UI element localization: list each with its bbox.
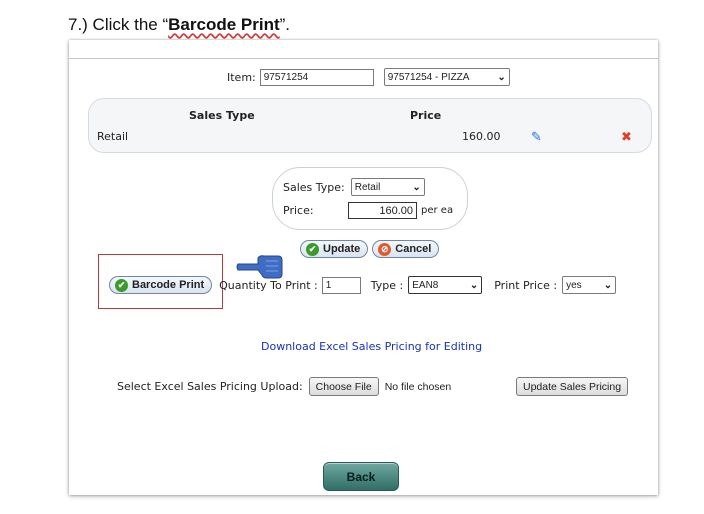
sales-type-dropdown[interactable]: Retail ⌄ xyxy=(350,178,425,196)
table-row: Retail 160.00 ✎ ✖ xyxy=(89,127,651,147)
chevron-down-icon: ⌄ xyxy=(469,279,479,291)
item-input[interactable]: 97571254 xyxy=(259,68,374,86)
upload-row: Select Excel Sales Pricing Upload: Choos… xyxy=(117,377,451,396)
quantity-input[interactable]: 1 xyxy=(321,276,361,294)
price-label: Price: xyxy=(283,204,314,217)
item-label: Item: xyxy=(227,70,256,84)
update-sales-pricing-button[interactable]: Update Sales Pricing xyxy=(516,377,629,396)
cancel-icon: ⊘ xyxy=(378,242,392,256)
check-icon: ✔ xyxy=(115,278,128,292)
barcode-type-value: EAN8 xyxy=(412,279,439,291)
back-button[interactable]: Back xyxy=(323,462,399,491)
check-icon: ✔ xyxy=(306,242,319,256)
column-header-price: Price xyxy=(410,109,442,122)
edit-price-box: Sales Type: Retail ⌄ Price: 160.00 per e… xyxy=(272,167,468,230)
quantity-label: Quantity To Print : xyxy=(219,278,318,292)
delete-x-icon[interactable]: ✖ xyxy=(621,130,632,145)
price-unit: per ea xyxy=(421,205,454,216)
cell-sales-type: Retail xyxy=(97,130,129,143)
item-selector-row: Item: 97571254 97571254 - PIZZA ⌄ xyxy=(227,68,510,86)
download-excel-link[interactable]: Download Excel Sales Pricing for Editing xyxy=(261,340,482,353)
chevron-down-icon: ⌄ xyxy=(603,279,613,291)
print-price-value: yes xyxy=(566,279,582,291)
item-dropdown[interactable]: 97571254 - PIZZA ⌄ xyxy=(383,68,510,86)
sales-type-label: Sales Type: xyxy=(283,180,345,194)
barcode-print-button[interactable]: ✔ Barcode Print xyxy=(109,276,213,294)
price-input[interactable]: 160.00 xyxy=(348,202,417,219)
type-label: Type : xyxy=(370,278,404,292)
chevron-down-icon: ⌄ xyxy=(497,71,506,83)
cancel-button[interactable]: ⊘ Cancel xyxy=(372,240,440,258)
update-button[interactable]: ✔ Update xyxy=(300,240,369,258)
sales-type-dropdown-value: Retail xyxy=(354,181,381,193)
print-price-dropdown[interactable]: yes ⌄ xyxy=(562,276,617,294)
panel-divider xyxy=(69,58,658,59)
column-header-sales-type: Sales Type xyxy=(189,109,255,122)
edit-pencil-icon[interactable]: ✎ xyxy=(531,130,542,145)
chevron-down-icon: ⌄ xyxy=(412,181,421,193)
app-panel: Item: 97571254 97571254 - PIZZA ⌄ Sales … xyxy=(69,40,658,495)
sales-pricing-table: Sales Type Price Retail 160.00 ✎ ✖ xyxy=(88,98,652,153)
edit-actions: ✔ Update ⊘ Cancel xyxy=(300,240,440,258)
file-status: No file chosen xyxy=(384,380,452,393)
upload-label: Select Excel Sales Pricing Upload: xyxy=(117,380,303,393)
instruction-text: 7.) Click the “Barcode Print”. xyxy=(68,15,291,34)
cell-price: 160.00 xyxy=(462,130,501,143)
item-dropdown-value: 97571254 - PIZZA xyxy=(387,71,470,83)
print-price-label: Print Price : xyxy=(494,278,558,292)
barcode-type-dropdown[interactable]: EAN8 ⌄ xyxy=(408,276,483,294)
choose-file-button[interactable]: Choose File xyxy=(308,377,379,396)
instruction-highlight: Barcode Print xyxy=(168,15,280,34)
barcode-print-row: ✔ Barcode Print Quantity To Print : 1 Typ… xyxy=(109,276,617,294)
